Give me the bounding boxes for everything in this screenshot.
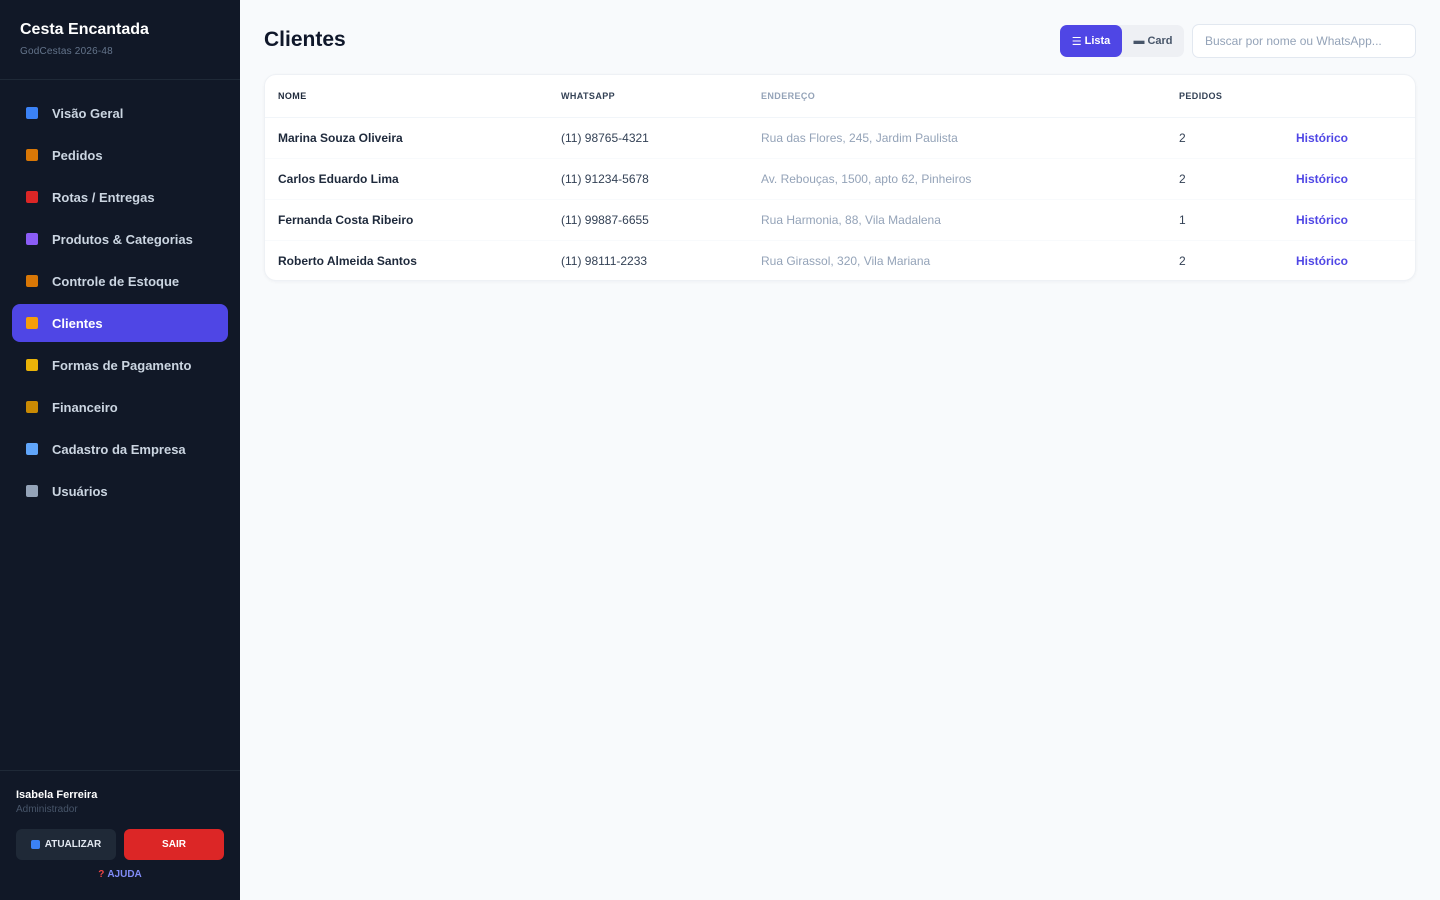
list-view-label: Lista	[1084, 35, 1111, 47]
clients-table: NOME WHATSAPP ENDEREÇO PEDIDOS Marina So…	[265, 75, 1415, 280]
money-bag-icon	[26, 401, 38, 413]
header-orders: PEDIDOS	[1166, 75, 1283, 118]
header-address: ENDEREÇO	[748, 75, 1166, 118]
clients-table-card: NOME WHATSAPP ENDEREÇO PEDIDOS Marina So…	[264, 74, 1416, 281]
cell-address: Rua Girassol, 320, Vila Mariana	[761, 253, 931, 268]
table-body: Marina Souza Oliveira (11) 98765-4321 Rua …	[265, 117, 1415, 280]
sidebar-item-8[interactable]: Cadastro da Empresa	[12, 430, 228, 468]
package-icon	[26, 149, 38, 161]
truck-icon	[26, 191, 38, 203]
header-name: NOME	[265, 75, 548, 118]
header-actions	[1283, 75, 1415, 118]
cell-orders: 2	[1179, 253, 1186, 268]
sidebar-item-6[interactable]: Formas de Pagamento	[12, 346, 228, 384]
card-view-button[interactable]: ▬ Card	[1122, 25, 1184, 57]
sidebar-footer: Isabela Ferreira Administrador ATUALIZAR…	[0, 770, 240, 900]
help-label: AJUDA	[107, 869, 142, 880]
cell-orders: 2	[1166, 117, 1283, 159]
sidebar-item-label: Usuários	[52, 483, 108, 499]
history-link[interactable]: Histórico	[1283, 158, 1415, 200]
user-name: Isabela Ferreira	[16, 789, 98, 801]
sidebar-item-label: Financeiro	[52, 399, 118, 415]
history-link[interactable]: Histórico	[1283, 240, 1415, 280]
sidebar-item-label: Visão Geral	[52, 105, 124, 121]
brand-title: Cesta Encantada	[20, 21, 149, 38]
sidebar-item-label: Controle de Estoque	[52, 273, 180, 289]
page-title: Clientes	[264, 28, 346, 51]
cell-whatsapp: (11) 98111-2233	[561, 253, 648, 268]
shopping-icon	[26, 233, 38, 245]
user-role: Administrador	[16, 804, 78, 815]
brand: Cesta Encantada GodCestas 2026-48	[0, 0, 240, 80]
table-row: Marina Souza Oliveira (11) 98765-4321 Rua …	[265, 117, 1415, 159]
table-header-row: NOME WHATSAPP ENDEREÇO PEDIDOS	[265, 75, 1415, 118]
cell-name: Roberto Almeida Santos	[278, 253, 417, 268]
user-icon	[26, 485, 38, 497]
cell-orders: 1	[1166, 199, 1283, 241]
refresh-button[interactable]: ATUALIZAR	[16, 829, 116, 860]
sidebar-item-1[interactable]: Pedidos	[12, 136, 228, 174]
box-icon	[26, 275, 38, 287]
cell-whatsapp: (11) 98765-4321	[548, 117, 748, 159]
cell-name: Marina Souza Oliveira	[265, 117, 548, 159]
sidebar-item-7[interactable]: Financeiro	[12, 388, 228, 426]
sidebar-item-label: Pedidos	[52, 147, 103, 163]
search-input[interactable]	[1192, 24, 1416, 58]
help-link[interactable]: ? AJUDA	[16, 869, 224, 880]
sidebar-item-5[interactable]: Clientes	[12, 304, 228, 342]
refresh-icon	[30, 840, 40, 849]
table-row: Roberto Almeida Santos (11) 98111-2233 Rua…	[265, 240, 1415, 280]
list-view-button[interactable]: ☰ Lista	[1060, 25, 1122, 57]
card-icon: ▬	[1133, 35, 1145, 47]
sidebar-item-4[interactable]: Controle de Estoque	[12, 262, 228, 300]
refresh-label: ATUALIZAR	[44, 839, 102, 850]
main-content: Clientes ☰ Lista ▬ Card NOME WHATSAPP EN…	[240, 0, 1440, 900]
card-icon	[26, 359, 38, 371]
table-row: Fernanda Costa Ribeiro (11) 99887-6655 Rua…	[265, 199, 1415, 241]
cell-name: Fernanda Costa Ribeiro	[265, 199, 548, 241]
sidebar-item-label: Cadastro da Empresa	[52, 441, 186, 457]
sidebar-nav: Visão Geral Pedidos Rotas / Entregas Produt…	[0, 80, 240, 510]
history-link[interactable]: Histórico	[1283, 117, 1415, 159]
list-icon: ☰	[1071, 35, 1082, 48]
sidebar: Cesta Encantada GodCestas 2026-48 Visão …	[0, 0, 240, 900]
sidebar-item-label: Rotas / Entregas	[52, 189, 155, 205]
cell-address: Rua das Flores, 245, Jardim Paulista	[748, 117, 1166, 159]
cell-address: Av. Rebouças, 1500, apto 62, Pinheiros	[748, 158, 1166, 200]
cell-whatsapp: (11) 91234-5678	[548, 158, 748, 200]
sidebar-item-label: Produtos & Categorias	[52, 231, 193, 247]
sidebar-item-2[interactable]: Rotas / Entregas	[12, 178, 228, 216]
sidebar-item-label: Clientes	[52, 315, 103, 331]
cell-orders: 2	[1166, 158, 1283, 200]
cell-whatsapp: (11) 99887-6655	[548, 199, 748, 241]
card-view-label: Card	[1147, 35, 1173, 47]
logout-label: SAIR	[162, 839, 186, 850]
sidebar-item-0[interactable]: Visão Geral	[12, 94, 228, 132]
brand-subtitle: GodCestas 2026-48	[20, 46, 113, 57]
sidebar-item-label: Formas de Pagamento	[52, 357, 192, 373]
cell-address: Rua Harmonia, 88, Vila Madalena	[748, 199, 1166, 241]
header-whatsapp: WHATSAPP	[548, 75, 748, 118]
people-icon	[26, 317, 38, 329]
logout-button[interactable]: SAIR	[124, 829, 224, 860]
cell-name: Carlos Eduardo Lima	[265, 158, 548, 200]
building-icon	[26, 443, 38, 455]
table-row: Carlos Eduardo Lima (11) 91234-5678 Av. Re…	[265, 158, 1415, 200]
help-icon: ?	[98, 869, 105, 880]
chart-icon	[26, 107, 38, 119]
sidebar-item-9[interactable]: Usuários	[12, 472, 228, 510]
view-toggle: ☰ Lista ▬ Card	[1060, 25, 1184, 57]
history-link[interactable]: Histórico	[1283, 199, 1415, 241]
sidebar-item-3[interactable]: Produtos & Categorias	[12, 220, 228, 258]
footer-buttons: ATUALIZAR SAIR	[16, 829, 224, 860]
